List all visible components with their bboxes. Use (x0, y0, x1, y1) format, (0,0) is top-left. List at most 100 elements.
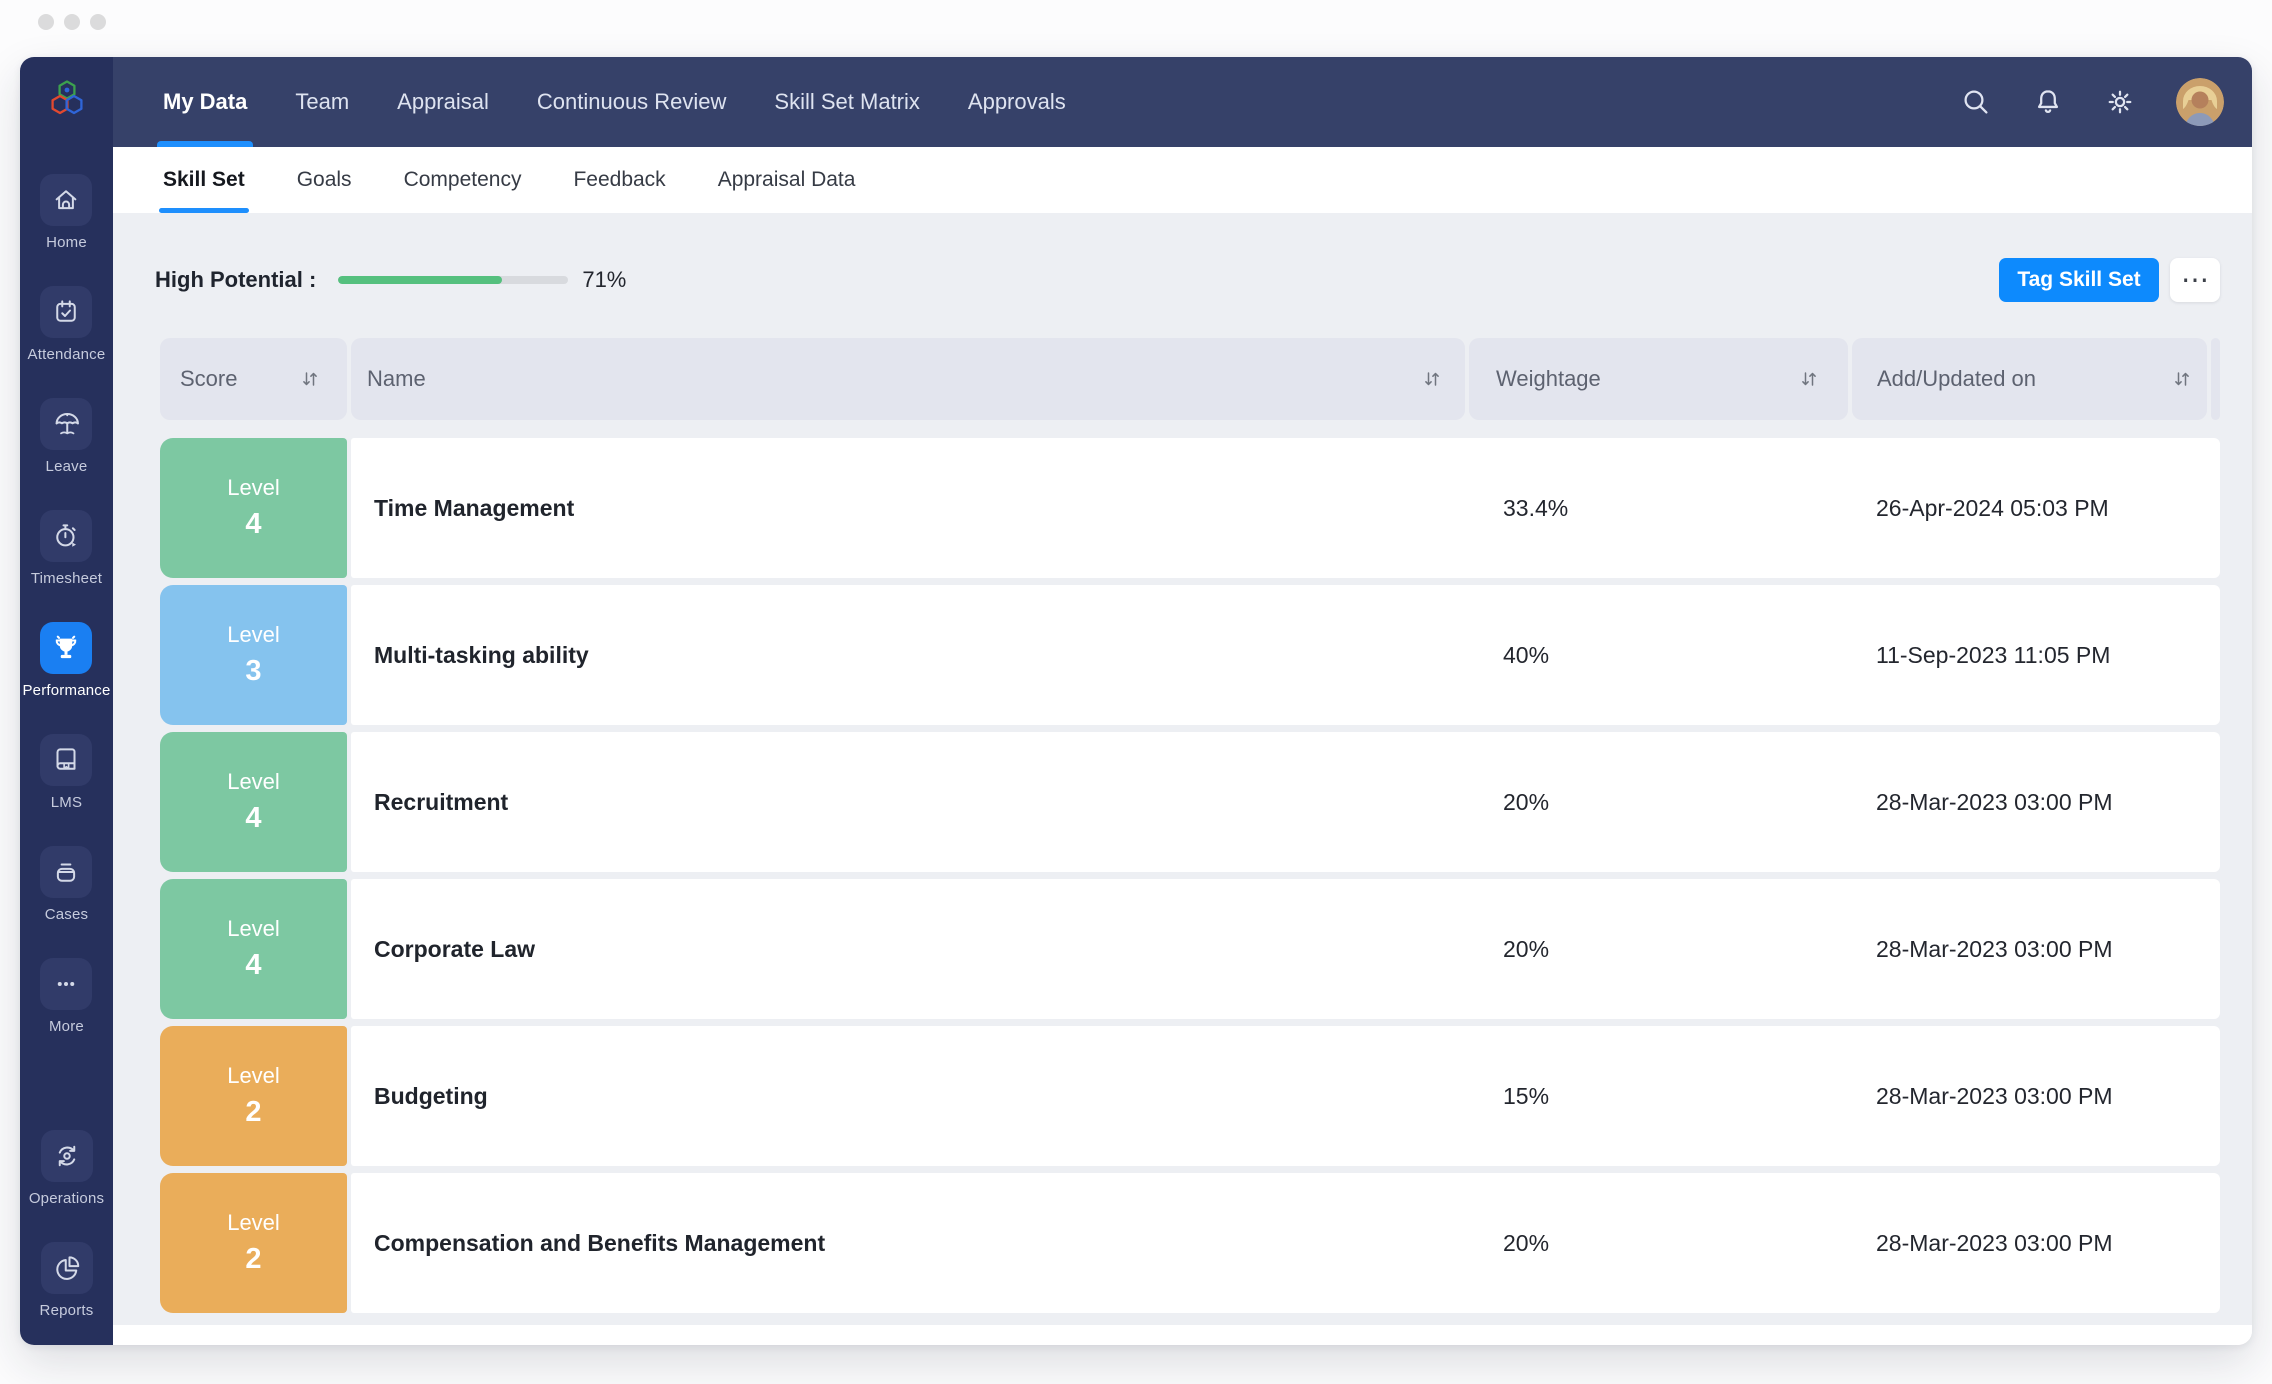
level-number: 4 (245, 508, 261, 541)
nav-item-appraisal[interactable]: Appraisal (397, 57, 489, 147)
skill-weightage: 33.4% (1469, 495, 1852, 522)
user-avatar[interactable] (2176, 78, 2224, 126)
sidebar-item-label: Leave (46, 458, 88, 475)
sidebar-bottom-menu: Operations Reports (29, 1130, 104, 1345)
high-potential-progress (338, 276, 568, 284)
home-icon (40, 174, 92, 226)
window-control-dot[interactable] (90, 14, 106, 30)
notification-bell-icon[interactable] (2032, 86, 2064, 118)
sidebar-item-operations[interactable]: Operations (29, 1130, 104, 1207)
nav-item-continuous-review[interactable]: Continuous Review (537, 57, 727, 147)
sidebar-item-label: Operations (29, 1190, 104, 1207)
table-row[interactable]: Level 4 Recruitment 20% 28-Mar-2023 03:0… (160, 732, 2220, 872)
skill-weightage: 20% (1469, 1230, 1852, 1257)
sidebar-item-lms[interactable]: LMS (40, 734, 92, 811)
row-card: Recruitment 20% 28-Mar-2023 03:00 PM (351, 732, 2220, 872)
tab-skill-set[interactable]: Skill Set (163, 147, 245, 213)
sidebar-item-cases[interactable]: Cases (40, 846, 92, 923)
skill-name: Time Management (351, 495, 1469, 522)
table-row[interactable]: Level 4 Time Management 33.4% 26-Apr-202… (160, 438, 2220, 578)
sidebar-item-more[interactable]: More (40, 958, 92, 1035)
column-label: Weightage (1496, 366, 1601, 392)
nav-item-my-data[interactable]: My Data (163, 57, 247, 147)
nav-item-approvals[interactable]: Approvals (968, 57, 1066, 147)
table-row[interactable]: Level 3 Multi-tasking ability 40% 11-Sep… (160, 585, 2220, 725)
tab-competency[interactable]: Competency (404, 147, 522, 213)
more-options-button[interactable]: ⋯ (2170, 258, 2220, 302)
trophy-icon (40, 622, 92, 674)
sidebar-item-attendance[interactable]: Attendance (28, 286, 106, 363)
skill-weightage: 40% (1469, 642, 1852, 669)
skill-name: Recruitment (351, 789, 1469, 816)
column-label: Score (180, 366, 237, 392)
ellipsis-icon (40, 958, 92, 1010)
skill-name: Multi-tasking ability (351, 642, 1469, 669)
skill-updated-on: 28-Mar-2023 03:00 PM (1852, 1083, 2220, 1110)
level-number: 2 (245, 1096, 261, 1129)
level-number: 2 (245, 1243, 261, 1276)
column-header-name[interactable]: Name (351, 338, 1465, 420)
sort-icon[interactable] (2171, 368, 2193, 390)
table-row[interactable]: Level 4 Corporate Law 20% 28-Mar-2023 03… (160, 879, 2220, 1019)
search-icon[interactable] (1960, 86, 1992, 118)
level-word: Level (227, 475, 280, 501)
nav-item-skill-set-matrix[interactable]: Skill Set Matrix (774, 57, 919, 147)
settings-gear-icon[interactable] (2104, 86, 2136, 118)
skill-updated-on: 28-Mar-2023 03:00 PM (1852, 789, 2220, 816)
window-control-dot[interactable] (38, 14, 54, 30)
book-icon (40, 734, 92, 786)
nav-item-team[interactable]: Team (295, 57, 349, 147)
column-header-add-updated-on[interactable]: Add/Updated on (1852, 338, 2207, 420)
umbrella-icon (40, 398, 92, 450)
sidebar: Home Attendance (20, 57, 113, 1345)
sidebar-item-reports[interactable]: Reports (40, 1242, 94, 1319)
toolbar: High Potential : 71% Tag Skill Set ⋯ (113, 257, 2252, 303)
table-row[interactable]: Level 2 Compensation and Benefits Manage… (160, 1173, 2220, 1313)
skill-updated-on: 28-Mar-2023 03:00 PM (1852, 1230, 2220, 1257)
window-controls[interactable] (38, 14, 106, 30)
high-potential-percent: 71% (582, 267, 626, 293)
table-row[interactable]: Level 2 Budgeting 15% 28-Mar-2023 03:00 … (160, 1026, 2220, 1166)
tab-appraisal-data[interactable]: Appraisal Data (718, 147, 856, 213)
level-word: Level (227, 1210, 280, 1236)
sort-icon[interactable] (1798, 368, 1820, 390)
window-control-dot[interactable] (64, 14, 80, 30)
column-header-partial (2211, 338, 2220, 420)
sidebar-item-leave[interactable]: Leave (40, 398, 92, 475)
column-header-weightage[interactable]: Weightage (1469, 338, 1848, 420)
sidebar-item-label: Reports (40, 1302, 94, 1319)
calendar-check-icon (40, 286, 92, 338)
sort-icon[interactable] (299, 368, 321, 390)
sidebar-item-label: Timesheet (31, 570, 102, 587)
tag-skill-set-button[interactable]: Tag Skill Set (1999, 258, 2159, 302)
tab-goals[interactable]: Goals (297, 147, 352, 213)
skill-updated-on: 11-Sep-2023 11:05 PM (1852, 642, 2220, 669)
level-word: Level (227, 622, 280, 648)
sidebar-item-home[interactable]: Home (40, 174, 92, 251)
case-box-icon (40, 846, 92, 898)
sidebar-item-label: Cases (45, 906, 89, 923)
score-level-badge: Level 4 (160, 732, 347, 872)
skill-set-table: Score Name Weightage (160, 338, 2220, 1313)
app-window: Home Attendance (20, 57, 2252, 1345)
row-card: Compensation and Benefits Management 20%… (351, 1173, 2220, 1313)
skill-weightage: 20% (1469, 789, 1852, 816)
main-area: My Data Team Appraisal Continuous Review… (113, 57, 2252, 1345)
sidebar-item-label: LMS (51, 794, 82, 811)
high-potential-label: High Potential : (155, 267, 316, 293)
sub-tabs: Skill Set Goals Competency Feedback Appr… (113, 147, 2252, 213)
row-card: Time Management 33.4% 26-Apr-2024 05:03 … (351, 438, 2220, 578)
top-navigation: My Data Team Appraisal Continuous Review… (113, 57, 2252, 147)
sort-icon[interactable] (1421, 368, 1443, 390)
column-header-score[interactable]: Score (160, 338, 347, 420)
sidebar-item-timesheet[interactable]: Timesheet (31, 510, 102, 587)
tab-feedback[interactable]: Feedback (573, 147, 665, 213)
skill-weightage: 15% (1469, 1083, 1852, 1110)
level-word: Level (227, 916, 280, 942)
skill-name: Corporate Law (351, 936, 1469, 963)
row-card: Corporate Law 20% 28-Mar-2023 03:00 PM (351, 879, 2220, 1019)
sidebar-item-performance[interactable]: Performance (22, 622, 110, 699)
row-card: Budgeting 15% 28-Mar-2023 03:00 PM (351, 1026, 2220, 1166)
score-level-badge: Level 2 (160, 1173, 347, 1313)
app-logo-icon[interactable] (45, 78, 89, 118)
